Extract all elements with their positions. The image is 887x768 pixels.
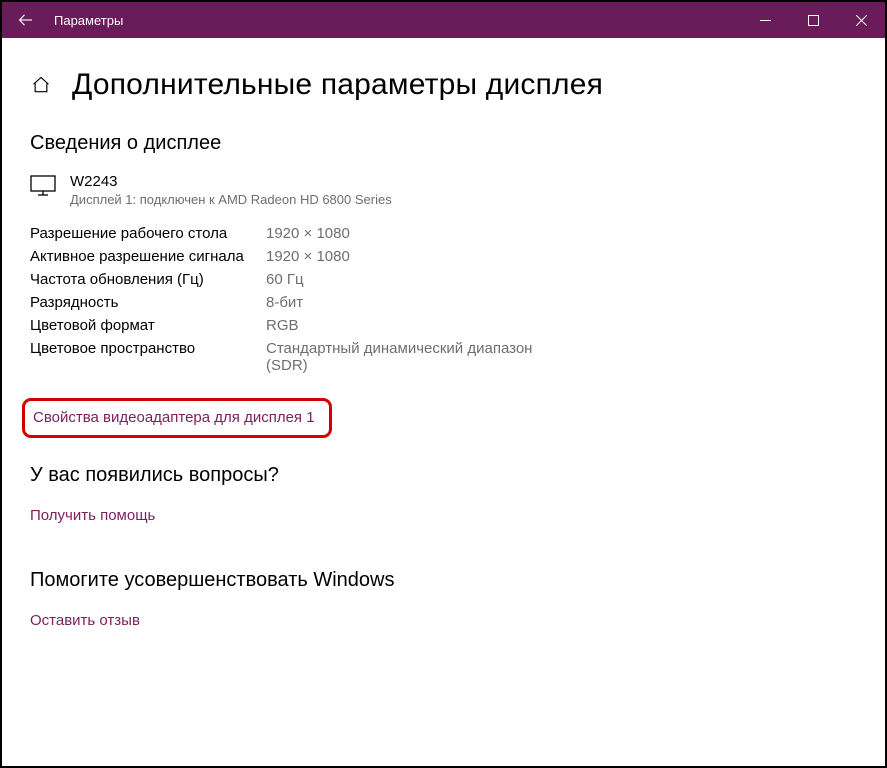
minimize-icon: [760, 15, 771, 26]
highlight-annotation: Свойства видеоадаптера для дисплея 1: [22, 398, 332, 438]
prop-row: Цветовое пространство Стандартный динами…: [30, 340, 857, 374]
monitor-connection: Дисплей 1: подключен к AMD Radeon HD 680…: [70, 192, 392, 207]
content-area: Дополнительные параметры дисплея Сведени…: [2, 38, 885, 766]
prop-val: 1920 × 1080: [266, 248, 350, 265]
window-controls: [741, 2, 885, 38]
back-button[interactable]: [2, 2, 50, 38]
prop-row: Частота обновления (Гц) 60 Гц: [30, 271, 857, 288]
monitor-name: W2243: [70, 173, 392, 190]
section-feedback: Помогите усовершенствовать Windows: [30, 569, 857, 592]
prop-key: Цветовой формат: [30, 317, 266, 334]
prop-key: Активное разрешение сигнала: [30, 248, 266, 265]
window-frame: Параметры: [0, 0, 887, 768]
page-title: Дополнительные параметры дисплея: [72, 68, 603, 102]
minimize-button[interactable]: [741, 2, 789, 38]
prop-row: Цветовой формат RGB: [30, 317, 857, 334]
get-help-link[interactable]: Получить помощь: [30, 507, 155, 524]
titlebar: Параметры: [2, 2, 885, 38]
prop-val: 8-бит: [266, 294, 303, 311]
prop-val: 60 Гц: [266, 271, 304, 288]
home-icon: [31, 75, 51, 95]
section-display-info: Сведения о дисплее: [30, 132, 857, 155]
arrow-left-icon: [17, 11, 35, 29]
prop-key: Разрешение рабочего стола: [30, 225, 266, 242]
monitor-icon: [30, 173, 56, 202]
prop-val: 1920 × 1080: [266, 225, 350, 242]
prop-key: Цветовое пространство: [30, 340, 266, 374]
prop-row: Разрядность 8-бит: [30, 294, 857, 311]
window-title: Параметры: [50, 2, 741, 38]
prop-row: Разрешение рабочего стола 1920 × 1080: [30, 225, 857, 242]
monitor-summary: W2243 Дисплей 1: подключен к AMD Radeon …: [30, 173, 857, 207]
leave-feedback-link[interactable]: Оставить отзыв: [30, 612, 140, 629]
close-button[interactable]: [837, 2, 885, 38]
close-icon: [856, 15, 867, 26]
adapter-properties-link[interactable]: Свойства видеоадаптера для дисплея 1: [33, 409, 315, 426]
prop-key: Частота обновления (Гц): [30, 271, 266, 288]
section-help: У вас появились вопросы?: [30, 464, 857, 487]
prop-val: Стандартный динамический диапазон (SDR): [266, 340, 566, 374]
page-header: Дополнительные параметры дисплея: [30, 68, 857, 102]
prop-row: Активное разрешение сигнала 1920 × 1080: [30, 248, 857, 265]
display-properties: Разрешение рабочего стола 1920 × 1080 Ак…: [30, 225, 857, 374]
prop-val: RGB: [266, 317, 299, 334]
maximize-icon: [808, 15, 819, 26]
prop-key: Разрядность: [30, 294, 266, 311]
home-button[interactable]: [30, 74, 52, 96]
maximize-button[interactable]: [789, 2, 837, 38]
